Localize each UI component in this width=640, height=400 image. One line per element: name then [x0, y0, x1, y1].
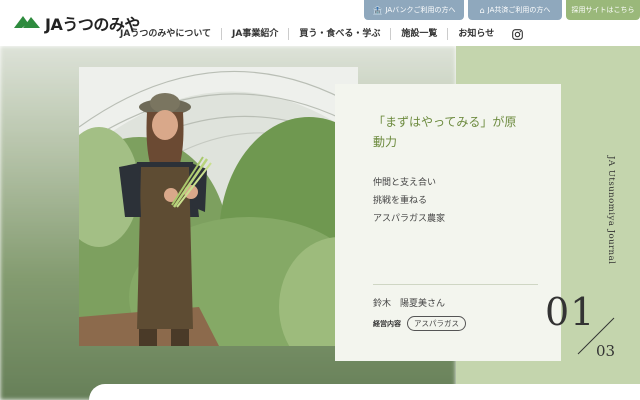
ja-bank-label: JAバンクご利用の方へ — [385, 6, 456, 14]
farmer-photo — [79, 67, 358, 346]
nav-item-buy-eat-learn[interactable]: 買う・食べる・学ぶ — [288, 28, 390, 40]
ja-kyosai-button[interactable]: ⌂ JA共済ご利用の方へ — [468, 0, 562, 20]
journal-label: JA Utsunomiya Journal — [606, 156, 616, 265]
bank-icon: 🏦 — [372, 5, 383, 15]
main-nav: JAうつのみやについて JA事業紹介 買う・食べる・学ぶ 施設一覧 お知らせ — [110, 26, 524, 42]
recruit-site-label: 採用サイトはこちら — [571, 6, 635, 14]
ja-bank-button[interactable]: 🏦 JAバンクご利用の方へ — [364, 0, 464, 20]
ja-kyosai-label: JA共済ご利用の方へ — [487, 6, 551, 14]
nav-item-about[interactable]: JAうつのみやについて — [110, 28, 221, 40]
story-subtitle: 仲間と支え合い 挑戦を重ねる アスパラガス農家 — [373, 174, 445, 228]
content-card-top — [89, 384, 640, 400]
business-label: 経営内容 — [373, 319, 401, 328]
subtitle-line: アスパラガス農家 — [373, 214, 446, 224]
hero-section: 「まずはやってみる」が原動力 仲間と支え合い 挑戦を重ねる アスパラガス農家 鈴… — [0, 46, 640, 400]
instagram-icon[interactable] — [512, 28, 524, 40]
top-utility-buttons: 🏦 JAバンクご利用の方へ ⌂ JA共済ご利用の方へ 採用サイトはこちら — [364, 0, 640, 20]
recruit-site-button[interactable]: 採用サイトはこちら — [566, 0, 640, 20]
nav-item-facilities[interactable]: 施設一覧 — [390, 28, 447, 40]
business-tag[interactable]: アスパラガス — [407, 316, 466, 331]
greenhouse-illustration — [79, 67, 358, 346]
subtitle-line: 仲間と支え合い — [373, 178, 437, 188]
story-headline: 「まずはやってみる」が原動力 — [373, 115, 517, 149]
nav-item-news[interactable]: お知らせ — [447, 28, 504, 40]
story-text-panel: 「まずはやってみる」が原動力 仲間と支え合い 挑戦を重ねる アスパラガス農家 鈴… — [335, 84, 561, 361]
nav-item-business[interactable]: JA事業紹介 — [221, 28, 288, 40]
business-info: 経営内容 アスパラガス — [373, 316, 466, 331]
person-name: 鈴木 陽夏美さん — [373, 299, 446, 309]
ja-logo-icon — [14, 16, 40, 28]
panel-divider — [373, 284, 538, 285]
slide-total-number: 03 — [596, 342, 616, 360]
site-header: JAうつのみや 🏦 JAバンクご利用の方へ ⌂ JA共済ご利用の方へ 採用サイト… — [0, 0, 640, 46]
house-icon: ⌂ — [479, 5, 485, 15]
subtitle-line: 挑戦を重ねる — [373, 196, 428, 206]
